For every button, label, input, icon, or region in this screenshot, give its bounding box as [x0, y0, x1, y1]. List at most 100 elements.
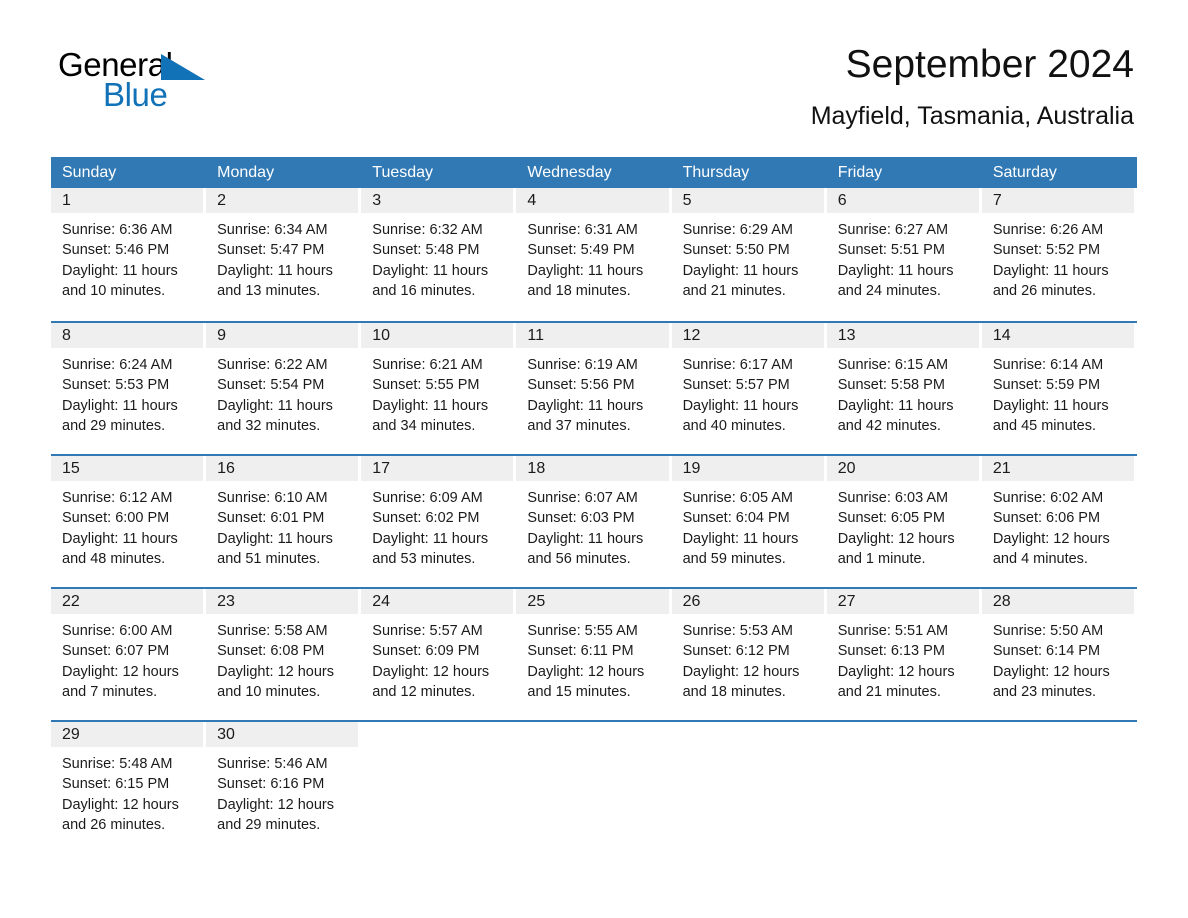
sunrise-time: Sunrise: 6:36 AM — [62, 222, 173, 238]
calendar-day-cell[interactable]: 16 Sunrise: 6:10 AM Sunset: 6:01 PM Dayligh… — [206, 456, 361, 587]
day-details: Sunrise: 5:53 AM Sunset: 6:12 PM Daylight:… — [672, 614, 827, 702]
calendar-day-cell[interactable]: 3 Sunrise: 6:32 AM Sunset: 5:48 PM Daylight… — [361, 188, 516, 321]
calendar-day-cell[interactable]: 9 Sunrise: 6:22 AM Sunset: 5:54 PM Daylight… — [206, 323, 361, 454]
calendar-weeks: 1 Sunrise: 6:36 AM Sunset: 5:46 PM Daylight… — [51, 188, 1137, 855]
day-details: Sunrise: 5:46 AM Sunset: 6:16 PM Daylight:… — [206, 747, 361, 835]
day-number-band: 21 — [981, 456, 1134, 481]
calendar-day-cell[interactable]: 30 Sunrise: 5:46 AM Sunset: 6:16 PM Dayligh… — [206, 722, 361, 855]
day-number-band: 26 — [671, 589, 824, 614]
calendar-day-cell[interactable]: 20 Sunrise: 6:03 AM Sunset: 6:05 PM Dayligh… — [826, 456, 982, 587]
calendar-week-row: 29 Sunrise: 5:48 AM Sunset: 6:15 PM Dayligh… — [51, 720, 1137, 855]
calendar-day-cell[interactable]: 27 Sunrise: 5:51 AM Sunset: 6:13 PM Dayligh… — [826, 589, 982, 720]
day-number-band: 10 — [361, 323, 514, 348]
day-number-band: 2 — [206, 188, 359, 213]
sunset-time: Sunset: 5:47 PM — [217, 242, 325, 259]
sunset-time: Sunset: 6:06 PM — [992, 510, 1101, 527]
calendar-day-cell[interactable]: 2 Sunrise: 6:34 AM Sunset: 5:47 PM Daylight… — [206, 188, 361, 321]
day-number: 23 — [217, 593, 235, 610]
calendar-day-cell[interactable]: 13 Sunrise: 6:15 AM Sunset: 5:58 PM Dayligh… — [826, 323, 982, 454]
sunset-time: Sunset: 6:08 PM — [217, 643, 325, 660]
daylight-duration: Daylight: 11 hours and 48 minutes. — [62, 530, 178, 567]
calendar-day-cell[interactable]: 11 Sunrise: 6:19 AM Sunset: 5:56 PM Dayligh… — [516, 323, 671, 454]
weekday-thursday: Thursday — [682, 164, 750, 181]
sunset-time: Sunset: 6:09 PM — [372, 643, 480, 660]
sunrise-time: Sunrise: 6:17 AM — [682, 357, 793, 373]
day-details: Sunrise: 6:05 AM Sunset: 6:04 PM Daylight:… — [672, 481, 827, 569]
day-details: Sunrise: 6:19 AM Sunset: 5:56 PM Daylight:… — [516, 348, 671, 436]
calendar-day-cell[interactable]: 6 Sunrise: 6:27 AM Sunset: 5:51 PM Daylight… — [826, 188, 982, 321]
calendar-day-cell[interactable]: 15 Sunrise: 6:12 AM Sunset: 6:00 PM Dayligh… — [51, 456, 206, 587]
sunset-time: Sunset: 5:52 PM — [992, 242, 1101, 259]
day-details: Sunrise: 6:21 AM Sunset: 5:55 PM Daylight:… — [361, 348, 516, 436]
day-number: 19 — [682, 460, 701, 477]
day-details: Sunrise: 6:26 AM Sunset: 5:52 PM Daylight:… — [982, 213, 1137, 301]
day-number-band: 12 — [671, 323, 824, 348]
day-number: 7 — [992, 192, 1002, 209]
sunrise-time: Sunrise: 6:03 AM — [837, 490, 949, 506]
sunset-time: Sunset: 5:50 PM — [682, 242, 790, 259]
sunrise-time: Sunrise: 5:46 AM — [217, 756, 328, 772]
sunrise-time: Sunrise: 6:27 AM — [837, 222, 949, 238]
daylight-duration: Daylight: 12 hours and 26 minutes. — [62, 796, 179, 833]
day-number: 14 — [992, 327, 1011, 344]
day-number-band: 7 — [981, 188, 1134, 213]
calendar-grid: Sunday Monday Tuesday Wednesday Thursday… — [51, 157, 1137, 855]
calendar-day-cell[interactable]: 8 Sunrise: 6:24 AM Sunset: 5:53 PM Daylight… — [51, 323, 206, 454]
day-details: Sunrise: 6:32 AM Sunset: 5:48 PM Daylight:… — [361, 213, 516, 301]
day-number-band: 30 — [206, 722, 359, 747]
day-details: Sunrise: 6:34 AM Sunset: 5:47 PM Daylight:… — [206, 213, 361, 301]
day-number: 24 — [372, 593, 391, 610]
calendar-day-cell[interactable]: 28 Sunrise: 5:50 AM Sunset: 6:14 PM Dayligh… — [981, 589, 1137, 720]
sunrise-time: Sunrise: 6:00 AM — [62, 623, 173, 639]
weekday-wednesday: Wednesday — [527, 164, 612, 181]
day-number-band: 18 — [516, 456, 669, 481]
weekday-monday: Monday — [217, 164, 275, 181]
day-number-band: 14 — [981, 323, 1134, 348]
day-number-band: 23 — [206, 589, 359, 614]
day-details: Sunrise: 6:27 AM Sunset: 5:51 PM Daylight:… — [827, 213, 982, 301]
day-number: 28 — [992, 593, 1011, 610]
calendar-day-cell[interactable]: 7 Sunrise: 6:26 AM Sunset: 5:52 PM Daylight… — [981, 188, 1137, 321]
calendar-day-cell[interactable]: 1 Sunrise: 6:36 AM Sunset: 5:46 PM Daylight… — [51, 188, 206, 321]
day-number: 21 — [992, 460, 1011, 477]
daylight-duration: Daylight: 11 hours and 29 minutes. — [62, 397, 178, 434]
calendar-day-cell[interactable]: 22 Sunrise: 6:00 AM Sunset: 6:07 PM Dayligh… — [51, 589, 206, 720]
calendar-day-cell[interactable]: 5 Sunrise: 6:29 AM Sunset: 5:50 PM Daylight… — [671, 188, 827, 321]
sunrise-time: Sunrise: 6:07 AM — [527, 490, 638, 506]
sunset-time: Sunset: 6:03 PM — [527, 510, 635, 527]
calendar-day-cell[interactable]: 29 Sunrise: 5:48 AM Sunset: 6:15 PM Dayligh… — [51, 722, 206, 855]
calendar-day-cell[interactable]: 24 Sunrise: 5:57 AM Sunset: 6:09 PM Dayligh… — [361, 589, 516, 720]
calendar-day-cell[interactable]: 17 Sunrise: 6:09 AM Sunset: 6:02 PM Dayligh… — [361, 456, 516, 587]
sunrise-time: Sunrise: 6:21 AM — [372, 357, 483, 373]
calendar-day-cell[interactable]: 19 Sunrise: 6:05 AM Sunset: 6:04 PM Dayligh… — [671, 456, 827, 587]
general-blue-logo[interactable]: General Blue — [58, 48, 258, 120]
sunrise-time: Sunrise: 6:10 AM — [217, 490, 328, 506]
calendar-day-cell[interactable]: 25 Sunrise: 5:55 AM Sunset: 6:11 PM Dayligh… — [516, 589, 671, 720]
calendar-day-cell[interactable]: 21 Sunrise: 6:02 AM Sunset: 6:06 PM Dayligh… — [981, 456, 1137, 587]
day-number: 12 — [682, 327, 701, 344]
day-details: Sunrise: 5:58 AM Sunset: 6:08 PM Daylight:… — [206, 614, 361, 702]
day-number-band — [827, 722, 979, 747]
daylight-duration: Daylight: 11 hours and 45 minutes. — [992, 397, 1109, 434]
weekday-tuesday: Tuesday — [372, 164, 434, 181]
day-number-band: 25 — [516, 589, 669, 614]
day-number-band: 16 — [206, 456, 359, 481]
day-number-band: 24 — [361, 589, 514, 614]
day-details: Sunrise: 6:12 AM Sunset: 6:00 PM Daylight:… — [51, 481, 206, 569]
day-number-band: 20 — [826, 456, 979, 481]
daylight-duration: Daylight: 12 hours and 18 minutes. — [682, 663, 800, 700]
calendar-day-cell[interactable]: 18 Sunrise: 6:07 AM Sunset: 6:03 PM Dayligh… — [516, 456, 671, 587]
calendar-day-cell[interactable]: 14 Sunrise: 6:14 AM Sunset: 5:59 PM Dayligh… — [981, 323, 1137, 454]
calendar-day-cell[interactable]: 26 Sunrise: 5:53 AM Sunset: 6:12 PM Dayligh… — [671, 589, 827, 720]
calendar-day-cell[interactable]: 23 Sunrise: 5:58 AM Sunset: 6:08 PM Dayligh… — [206, 589, 361, 720]
sunrise-time: Sunrise: 6:09 AM — [372, 490, 483, 506]
calendar-day-cell[interactable]: 12 Sunrise: 6:17 AM Sunset: 5:57 PM Dayligh… — [671, 323, 827, 454]
day-number-band — [361, 722, 513, 747]
day-number-band: 29 — [51, 722, 204, 747]
day-number: 1 — [62, 192, 71, 209]
sunrise-time: Sunrise: 6:12 AM — [62, 490, 173, 506]
weekday-saturday: Saturday — [992, 164, 1057, 181]
day-details: Sunrise: 6:00 AM Sunset: 6:07 PM Daylight:… — [51, 614, 206, 702]
calendar-day-cell[interactable]: 4 Sunrise: 6:31 AM Sunset: 5:49 PM Daylight… — [516, 188, 671, 321]
calendar-day-cell[interactable]: 10 Sunrise: 6:21 AM Sunset: 5:55 PM Dayligh… — [361, 323, 516, 454]
